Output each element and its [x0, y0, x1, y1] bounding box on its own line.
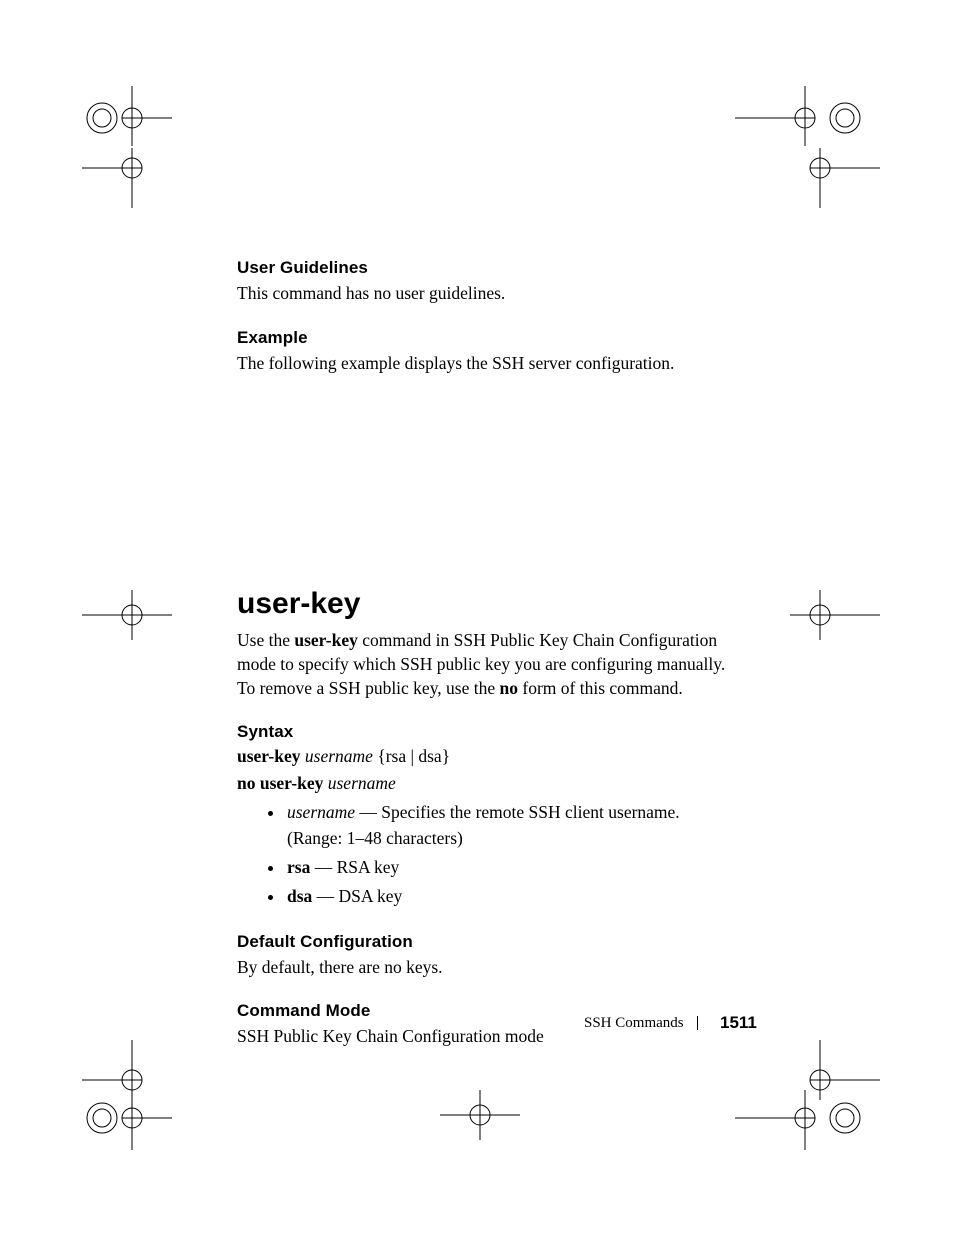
command-title: user-key: [237, 587, 727, 621]
desc-part: form of this command.: [518, 678, 683, 698]
param-sep: —: [355, 802, 381, 822]
syntax-line-2: no user-key username: [237, 773, 727, 794]
syntax-rest: {rsa | dsa}: [373, 746, 450, 766]
footer-page-number: 1511: [720, 1013, 757, 1033]
footer-section-label: SSH Commands: [584, 1015, 684, 1032]
syntax-line-1: user-key username {rsa | dsa}: [237, 746, 727, 767]
body-default-config: By default, there are no keys.: [237, 956, 727, 980]
param-sep: —: [312, 886, 338, 906]
syntax-variable: username: [305, 746, 373, 766]
heading-user-guidelines: User Guidelines: [237, 258, 727, 278]
registration-mark-icon: [790, 148, 880, 208]
registration-mark-icon: [790, 590, 880, 640]
param-item: dsa — DSA key: [285, 884, 727, 909]
param-keyword: rsa: [287, 857, 310, 877]
body-example: The following example displays the SSH s…: [237, 352, 727, 376]
param-desc: RSA key: [337, 857, 400, 877]
param-item: rsa — RSA key: [285, 855, 727, 880]
heading-example: Example: [237, 328, 727, 348]
registration-mark-icon: [82, 86, 172, 146]
param-sep: —: [310, 857, 336, 877]
syntax-keyword: no user-key: [237, 773, 323, 793]
registration-mark-icon: [82, 148, 172, 208]
desc-keyword: no: [500, 678, 518, 698]
footer-separator: [697, 1016, 698, 1030]
registration-mark-icon: [735, 86, 875, 146]
param-variable: username: [287, 802, 355, 822]
page-content: User Guidelines This command has no user…: [237, 258, 727, 1071]
registration-mark-icon: [735, 1090, 875, 1150]
syntax-keyword: user-key: [237, 746, 301, 766]
desc-keyword: user-key: [294, 630, 358, 650]
registration-mark-icon: [82, 590, 172, 640]
heading-syntax: Syntax: [237, 722, 727, 742]
param-keyword: dsa: [287, 886, 312, 906]
command-description: Use the user-key command in SSH Public K…: [237, 629, 727, 700]
registration-mark-icon: [440, 1090, 520, 1140]
desc-part: Use the: [237, 630, 294, 650]
syntax-params-list: username — Specifies the remote SSH clie…: [237, 800, 727, 910]
body-user-guidelines: This command has no user guidelines.: [237, 282, 727, 306]
spacer: [237, 397, 727, 587]
param-item: username — Specifies the remote SSH clie…: [285, 800, 727, 851]
param-desc: DSA key: [339, 886, 403, 906]
heading-default-config: Default Configuration: [237, 932, 727, 952]
syntax-variable: username: [328, 773, 396, 793]
registration-mark-icon: [82, 1090, 172, 1150]
